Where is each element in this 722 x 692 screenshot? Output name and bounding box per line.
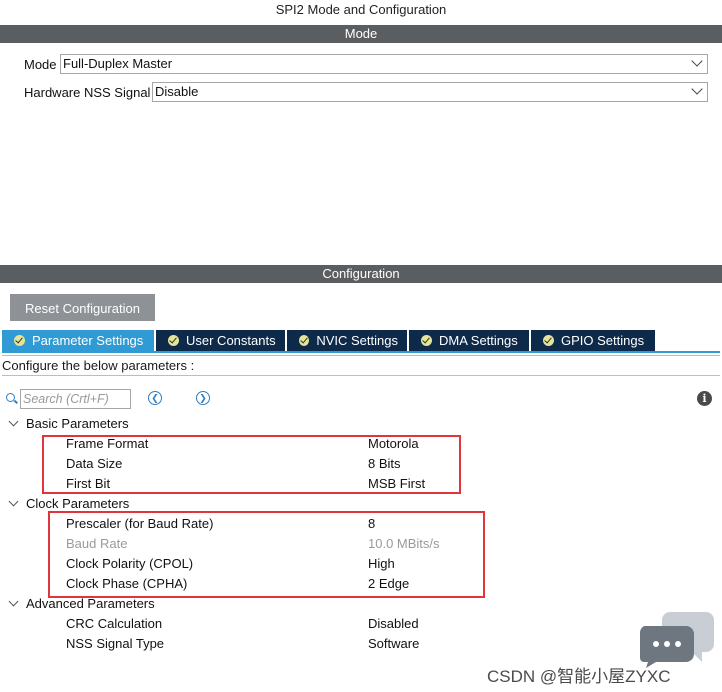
mode-label: Mode bbox=[24, 57, 57, 72]
check-circle-icon bbox=[168, 335, 179, 346]
check-circle-icon bbox=[421, 335, 432, 346]
tab-underline bbox=[2, 351, 720, 353]
chevron-down-icon bbox=[8, 496, 19, 507]
settings-tabs: Parameter Settings User Constants NVIC S… bbox=[2, 330, 657, 351]
param-value[interactable]: Software bbox=[368, 636, 419, 651]
mode-section-header: Mode bbox=[0, 25, 722, 43]
window-title: SPI2 Mode and Configuration bbox=[275, 2, 447, 17]
reset-configuration-button[interactable]: Reset Configuration bbox=[10, 294, 155, 321]
chevron-down-icon bbox=[691, 83, 703, 95]
info-icon[interactable]: i bbox=[697, 391, 712, 406]
group-basic-parameters[interactable]: Basic Parameters bbox=[8, 416, 129, 431]
configuration-section-header: Configuration bbox=[0, 265, 722, 283]
check-circle-icon bbox=[299, 335, 310, 346]
param-name[interactable]: CRC Calculation bbox=[66, 616, 162, 631]
search-icon bbox=[6, 393, 15, 402]
chevron-down-icon bbox=[8, 596, 19, 607]
tab-gpio-settings[interactable]: GPIO Settings bbox=[531, 330, 655, 351]
highlight-box-clock bbox=[48, 511, 485, 598]
highlight-box-basic bbox=[42, 435, 461, 494]
nss-select-value: Disable bbox=[155, 84, 199, 99]
tab-nvic-settings[interactable]: NVIC Settings bbox=[287, 330, 407, 351]
check-circle-icon bbox=[14, 335, 25, 346]
nss-label: Hardware NSS Signal bbox=[24, 85, 151, 100]
chevron-down-icon bbox=[691, 55, 703, 67]
mode-select-value: Full-Duplex Master bbox=[63, 56, 173, 71]
search-input[interactable]: Search (Crtl+F) bbox=[20, 389, 131, 409]
check-circle-icon bbox=[543, 335, 554, 346]
tab-dma-settings[interactable]: DMA Settings bbox=[409, 330, 529, 351]
configure-description: Configure the below parameters : bbox=[2, 355, 720, 376]
group-advanced-parameters[interactable]: Advanced Parameters bbox=[8, 596, 155, 611]
csdn-watermark: CSDN @智能小屋ZYXC bbox=[487, 667, 671, 686]
chevron-down-icon bbox=[8, 416, 19, 427]
chevron-right-circle-icon[interactable]: ❯ bbox=[196, 391, 210, 405]
param-name[interactable]: NSS Signal Type bbox=[66, 636, 164, 651]
param-value[interactable]: Disabled bbox=[368, 616, 419, 631]
chat-bubble-icon bbox=[640, 612, 714, 668]
mode-select[interactable]: Full-Duplex Master bbox=[60, 54, 708, 74]
tab-parameter-settings[interactable]: Parameter Settings bbox=[2, 330, 154, 351]
tab-user-constants[interactable]: User Constants bbox=[156, 330, 285, 351]
nss-select[interactable]: Disable bbox=[152, 82, 708, 102]
chevron-left-circle-icon[interactable]: ❮ bbox=[148, 391, 162, 405]
group-clock-parameters[interactable]: Clock Parameters bbox=[8, 496, 129, 511]
